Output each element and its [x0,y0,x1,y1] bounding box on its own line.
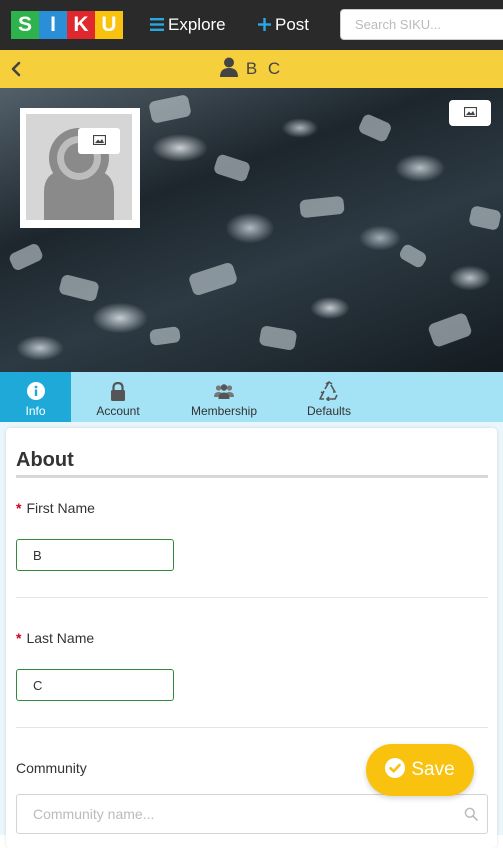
first-name-field[interactable] [16,539,174,571]
profile-tabs: Info Account Membership Defaults [0,372,503,429]
plus-icon [258,15,271,35]
post-link[interactable]: Post [258,13,309,37]
tab-account[interactable]: Account [84,372,152,422]
community-label: Community [16,760,87,776]
tab-membership-label: Membership [190,404,258,418]
search-icon[interactable] [464,807,478,821]
section-title: About [16,449,74,471]
info-icon [26,381,45,401]
lock-icon [110,381,126,401]
tab-info[interactable]: Info [0,372,71,429]
search-input[interactable] [340,9,503,40]
avatar-edit-button[interactable] [78,128,120,154]
user-icon [219,57,238,82]
last-name-label: * Last Name [16,630,94,646]
cover-edit-button[interactable] [449,100,491,126]
post-label: Post [275,15,310,34]
logo-tile-s: S [11,11,39,39]
tab-defaults[interactable]: Defaults [300,372,358,422]
profile-title: B C [0,50,503,88]
save-label: Save [411,759,455,780]
tab-info-label: Info [25,404,46,418]
avatar[interactable] [20,108,140,228]
explore-label: Explore [168,15,226,34]
check-circle-icon [385,757,406,783]
recycle-icon [318,381,340,401]
save-button[interactable]: Save [366,744,474,796]
logo-tile-u: U [95,11,123,39]
tab-account-label: Account [96,404,140,418]
top-navigation-bar: S I K U Explore Post [0,0,503,50]
logo-tile-i: I [39,11,67,39]
tab-membership[interactable]: Membership [184,372,264,422]
group-icon [214,381,234,401]
profile-title-bar: B C [0,50,503,88]
required-marker: * [16,500,22,516]
hamburger-menu-icon [150,15,164,35]
community-search-input[interactable] [16,794,488,834]
first-name-label: * First Name [16,500,95,516]
cover-image [0,88,503,372]
field-divider [16,727,488,728]
image-icon [463,104,477,122]
section-divider [16,475,488,478]
first-name-label-text: First Name [26,500,95,516]
tab-defaults-label: Defaults [306,404,352,418]
last-name-label-text: Last Name [26,630,95,646]
explore-link[interactable]: Explore [150,13,226,37]
profile-name: B C [245,59,284,78]
logo-tile-k: K [67,11,95,39]
last-name-field[interactable] [16,669,174,701]
field-divider [16,597,488,598]
required-marker: * [16,630,22,646]
user-silhouette-icon [26,114,132,220]
image-icon [92,132,106,150]
siku-logo[interactable]: S I K U [11,11,123,39]
